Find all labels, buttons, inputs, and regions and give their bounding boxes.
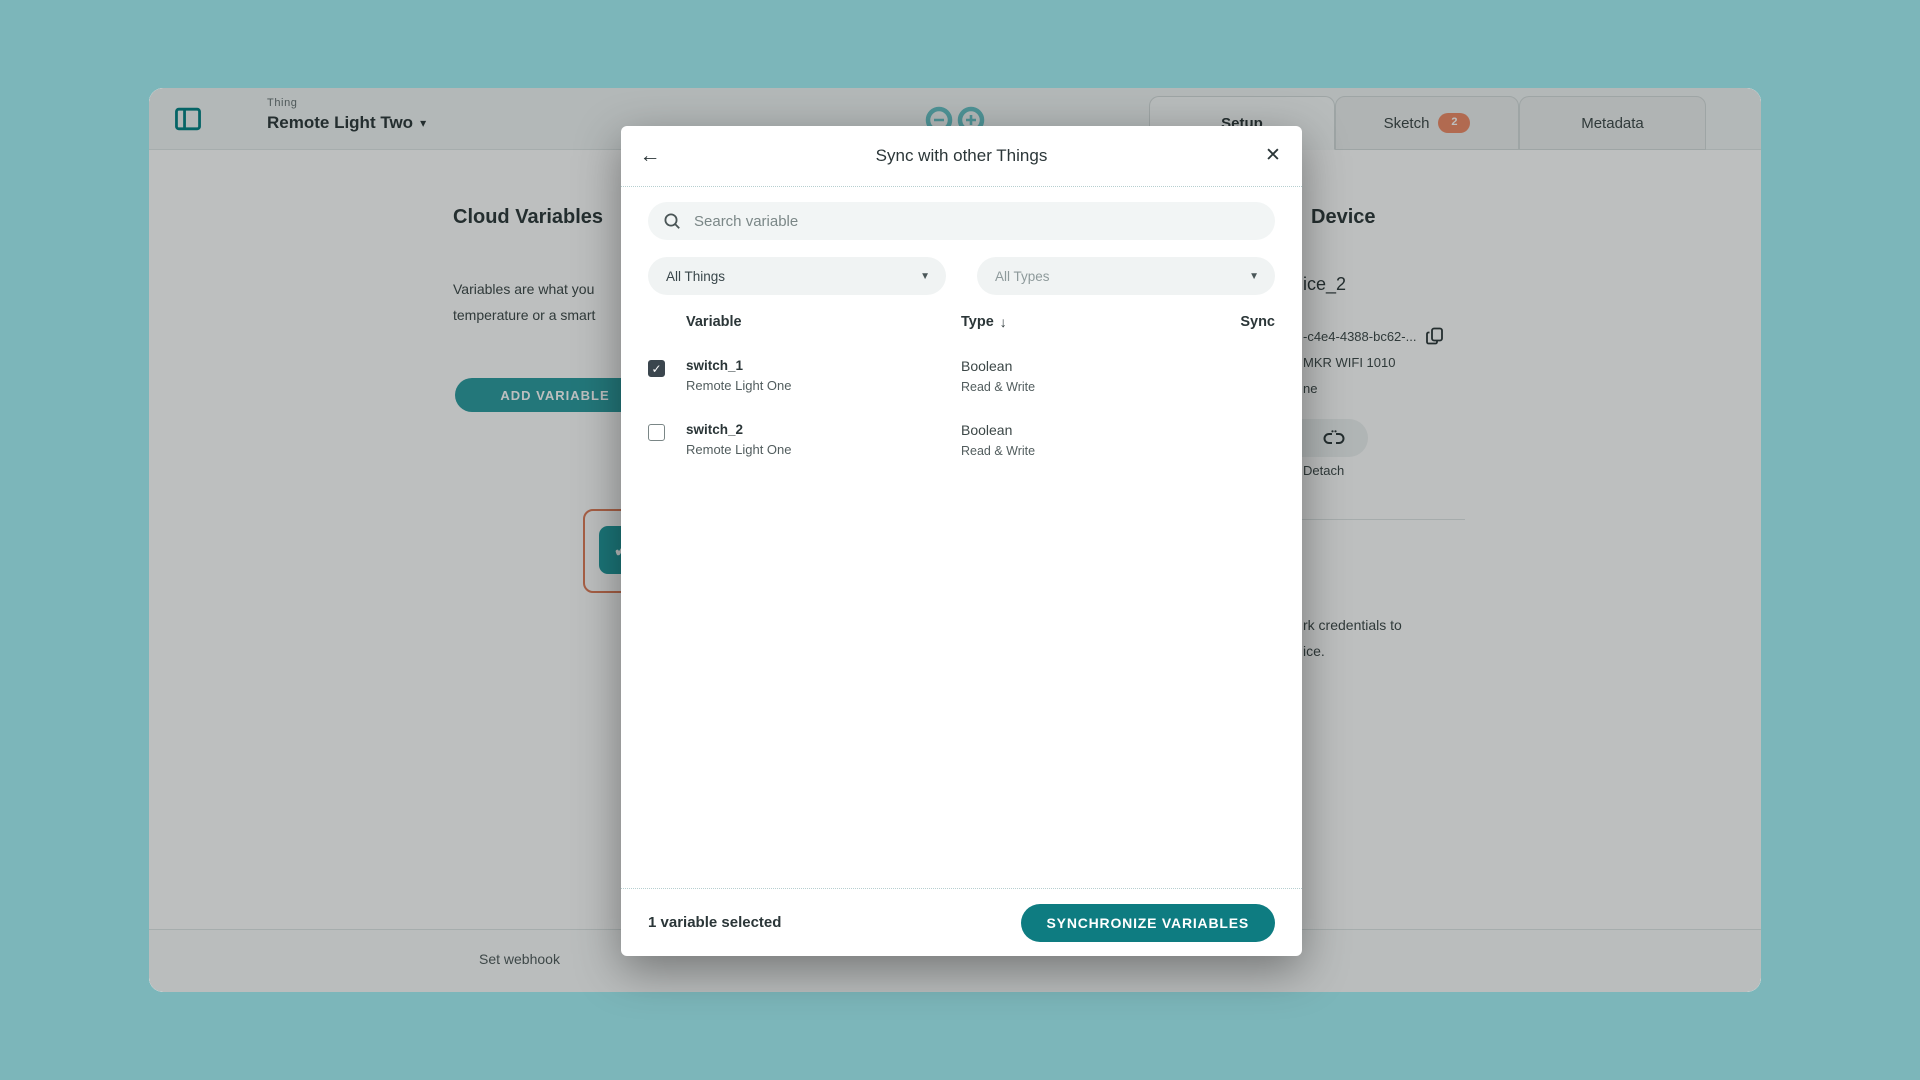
modal-footer: 1 variable selected SYNCHRONIZE VARIABLE… [621, 888, 1302, 956]
selection-count: 1 variable selected [648, 914, 781, 931]
modal-header: ← Sync with other Things ✕ [621, 126, 1302, 187]
types-filter-dropdown[interactable]: All Types ▼ [977, 257, 1275, 295]
variable-thing: Remote Light One [686, 442, 961, 457]
search-icon [663, 212, 681, 230]
type-label: Type [961, 314, 994, 330]
table-header-row: Variable Type ↓ Sync [648, 314, 1275, 330]
column-header-type[interactable]: Type ↓ [961, 314, 1223, 330]
variable-name: switch_2 [686, 422, 961, 437]
variable-permission: Read & Write [961, 444, 1223, 458]
things-filter-value: All Things [666, 269, 725, 284]
close-button[interactable]: ✕ [1256, 139, 1290, 173]
variable-list: ✓ switch_1 Remote Light One Boolean Read… [621, 349, 1302, 888]
modal-title: Sync with other Things [621, 126, 1302, 186]
check-icon: ✓ [651, 363, 661, 375]
column-header-variable: Variable [686, 314, 961, 330]
variable-permission: Read & Write [961, 380, 1223, 394]
type-cell: Boolean Read & Write [961, 422, 1223, 458]
row-checkbox[interactable]: ✓ [648, 360, 665, 377]
close-icon: ✕ [1265, 145, 1281, 166]
sort-down-icon: ↓ [1000, 314, 1007, 330]
things-filter-dropdown[interactable]: All Things ▼ [648, 257, 946, 295]
row-checkbox[interactable]: ✓ [648, 424, 665, 441]
synchronize-variables-button[interactable]: SYNCHRONIZE VARIABLES [1021, 904, 1275, 942]
types-filter-value: All Types [995, 269, 1050, 284]
variable-cell: switch_2 Remote Light One [686, 422, 961, 457]
table-row[interactable]: ✓ switch_1 Remote Light One Boolean Read… [648, 349, 1275, 403]
chevron-down-icon: ▼ [920, 271, 930, 282]
desktop-background: Thing Remote Light Two ▾ Setup [0, 0, 1920, 1080]
sync-modal: ← Sync with other Things ✕ All Things ▼ [621, 126, 1302, 956]
variable-type: Boolean [961, 358, 1223, 374]
column-header-sync: Sync [1223, 314, 1275, 330]
search-input[interactable] [692, 212, 1260, 231]
variable-search [648, 202, 1275, 240]
variable-name: switch_1 [686, 358, 961, 373]
variable-cell: switch_1 Remote Light One [686, 358, 961, 393]
chevron-down-icon: ▼ [1249, 271, 1259, 282]
type-cell: Boolean Read & Write [961, 358, 1223, 394]
variable-thing: Remote Light One [686, 378, 961, 393]
table-row[interactable]: ✓ switch_2 Remote Light One Boolean Read… [648, 413, 1275, 467]
variable-type: Boolean [961, 422, 1223, 438]
filters-row: All Things ▼ All Types ▼ [648, 257, 1275, 295]
